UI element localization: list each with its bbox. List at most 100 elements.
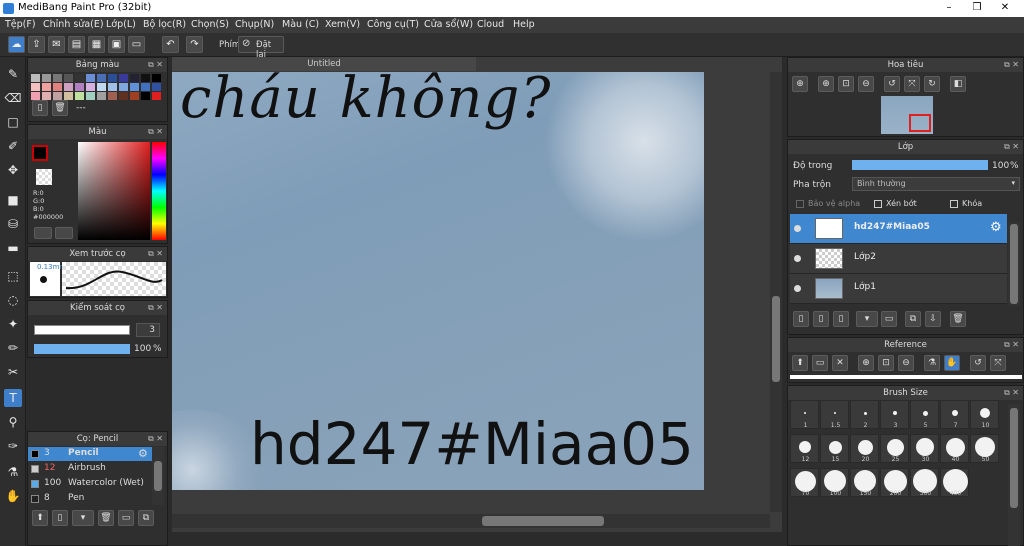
brush-size-option[interactable]: 200 <box>880 468 909 497</box>
settings-gear-icon[interactable]: ⚙ <box>990 220 1002 235</box>
folder-icon[interactable]: ▭ <box>118 510 134 526</box>
panel-controls-icon[interactable]: ⧉ ✕ <box>148 432 163 446</box>
eyedropper-icon[interactable]: ⚗ <box>924 355 940 371</box>
brush-list-scrollbar[interactable] <box>152 447 164 505</box>
comment-icon[interactable]: ✉ <box>48 36 65 53</box>
brush-size-scroll-thumb[interactable] <box>1010 408 1018 508</box>
fit-icon[interactable]: ⊡ <box>838 76 854 92</box>
color-swatch[interactable] <box>42 92 51 100</box>
rotate-icon[interactable]: ↺ <box>970 355 986 371</box>
divide-tool-icon[interactable]: ✑ <box>4 437 22 455</box>
navigator-viewport[interactable] <box>909 114 931 132</box>
merge-layer-icon[interactable]: ⇩ <box>925 311 941 327</box>
color-swatch[interactable] <box>75 83 84 91</box>
brush-size-option[interactable]: 30 <box>910 434 939 463</box>
color-swatch[interactable] <box>141 83 150 91</box>
select-rect-tool-icon[interactable]: ⬚ <box>4 267 22 285</box>
move-tool-icon[interactable]: ✥ <box>4 161 22 179</box>
vertical-scroll-thumb[interactable] <box>772 296 780 382</box>
menu-help[interactable]: Help <box>513 19 535 30</box>
panel-controls-icon[interactable]: ⧉ ✕ <box>1004 386 1019 400</box>
visibility-icon[interactable] <box>794 255 801 262</box>
brush-size-option[interactable]: 2 <box>850 400 879 429</box>
trash-icon[interactable]: 🗑 <box>52 100 68 116</box>
color-swatch[interactable] <box>53 74 62 82</box>
visibility-icon[interactable] <box>794 285 801 292</box>
menu-tools[interactable]: Công cụ(T) <box>367 19 419 30</box>
layer-row[interactable]: hd247#Miaa05 ⚙ <box>790 214 1007 244</box>
rotate-left-icon[interactable]: ↺ <box>884 76 900 92</box>
color-swatch[interactable] <box>119 92 128 100</box>
canvas-vertical-scrollbar[interactable] <box>770 72 782 512</box>
brush-trash-icon[interactable]: 🗑 <box>98 510 114 526</box>
color-swatch[interactable] <box>42 74 51 82</box>
brush-item-pen[interactable]: 8 Pen <box>28 492 152 506</box>
color-swatch[interactable] <box>86 92 95 100</box>
brush-size-option[interactable]: 150 <box>850 468 879 497</box>
panel-controls-icon[interactable]: ⧉ ✕ <box>148 301 163 315</box>
brush-size-scrollbar[interactable] <box>1008 404 1020 546</box>
brush-size-option[interactable]: 1 <box>790 400 819 429</box>
menu-window[interactable]: Cửa sổ(W) <box>424 19 473 30</box>
text-tool-icon[interactable]: T <box>4 389 22 407</box>
brush-size-value[interactable]: 3 <box>136 323 160 337</box>
color-swatch[interactable] <box>108 74 117 82</box>
color-swatch[interactable] <box>53 92 62 100</box>
magic-wand-tool-icon[interactable]: ✦ <box>4 315 22 333</box>
flip-icon[interactable]: ◧ <box>950 76 966 92</box>
navigator-thumbnail[interactable] <box>881 96 933 134</box>
share-icon[interactable]: ⇪ <box>28 36 45 53</box>
fill-rect-tool-icon[interactable]: ■ <box>4 191 22 209</box>
brush-size-option[interactable]: 100 <box>820 468 849 497</box>
brush-size-option[interactable]: 300 <box>910 468 939 497</box>
grid-icon[interactable]: ▣ <box>108 36 125 53</box>
color-swatch[interactable] <box>97 92 106 100</box>
select-eraser-tool-icon[interactable]: ✂ <box>4 363 22 381</box>
hand-icon[interactable]: ✋ <box>944 355 960 371</box>
panel-controls-icon[interactable]: ⧉ ✕ <box>1004 140 1019 154</box>
color-swatch[interactable] <box>31 92 40 100</box>
color-swatch[interactable] <box>64 83 73 91</box>
lock-checkbox[interactable] <box>950 200 958 208</box>
clipping-checkbox[interactable] <box>874 200 882 208</box>
brush-size-option[interactable]: 5 <box>910 400 939 429</box>
menu-color[interactable]: Màu (C) <box>282 19 319 30</box>
lasso-tool-icon[interactable]: ◌ <box>4 291 22 309</box>
color-swatch[interactable] <box>86 83 95 91</box>
color-swatch[interactable] <box>53 83 62 91</box>
color-swatch[interactable] <box>86 74 95 82</box>
color-swatch[interactable] <box>64 92 73 100</box>
color-mode2-icon[interactable] <box>55 227 73 239</box>
brush-tool-icon[interactable]: ✎ <box>4 65 22 83</box>
duplicate-layer-icon[interactable]: ⧉ <box>905 311 921 327</box>
color-swatch[interactable] <box>141 92 150 100</box>
color-swatch[interactable] <box>119 74 128 82</box>
visibility-icon[interactable] <box>794 225 801 232</box>
duplicate-icon[interactable]: ⧉ <box>138 510 154 526</box>
horizontal-scroll-thumb[interactable] <box>482 516 604 526</box>
panel-controls-icon[interactable]: ⧉ ✕ <box>148 125 163 139</box>
background-color-swatch[interactable] <box>36 169 52 185</box>
canvas[interactable]: cháu không? hd247#Miaa05 <box>172 72 704 490</box>
select-pen-tool-icon[interactable]: ✏ <box>4 339 22 357</box>
color-swatch[interactable] <box>31 83 40 91</box>
brush-size-option[interactable]: 3 <box>880 400 909 429</box>
eyedropper-tool-icon[interactable]: ⚗ <box>4 463 22 481</box>
restore-button[interactable]: ❒ <box>963 0 991 17</box>
menu-select[interactable]: Chọn(S) <box>191 19 229 30</box>
layer-row[interactable]: Lớp2 <box>790 244 1007 274</box>
brush-size-slider[interactable] <box>34 325 130 335</box>
color-swatch[interactable] <box>75 74 84 82</box>
zoom-in-icon[interactable]: ⊕ <box>858 355 874 371</box>
eraser-tool-icon[interactable]: ⌫ <box>4 89 22 107</box>
layer-opacity-slider[interactable] <box>852 160 988 170</box>
brush-item-watercolor[interactable]: 100 Watercolor (Wet) <box>28 477 152 491</box>
protect-alpha-checkbox[interactable] <box>796 200 804 208</box>
rectangle-tool-icon[interactable]: □ <box>4 113 22 131</box>
new-brush-icon[interactable]: ▯ <box>52 510 68 526</box>
window-icon[interactable]: ▭ <box>128 36 145 53</box>
new-halftone-layer-icon[interactable]: ▯ <box>813 311 829 327</box>
brush-size-option[interactable]: 400 <box>940 468 969 497</box>
layer-list-scrollbar[interactable] <box>1008 222 1020 306</box>
menu-edit[interactable]: Chỉnh sửa(E) <box>43 19 104 30</box>
